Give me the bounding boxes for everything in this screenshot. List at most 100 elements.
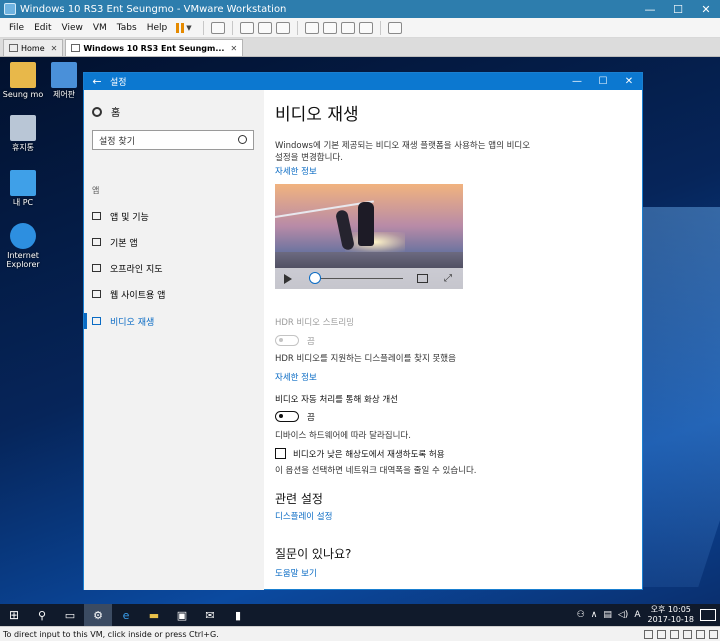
guest-desktop[interactable]: Seung mo 제어판 휴지통 내 PC Internet Explorer … xyxy=(0,57,720,626)
hdd-status-icon[interactable] xyxy=(644,629,653,639)
toolbar-separator xyxy=(379,20,381,35)
edge-taskbar-icon[interactable]: e xyxy=(112,604,140,626)
settings-close-button[interactable]: ✕ xyxy=(616,76,642,87)
display-settings-link[interactable]: 디스플레이 설정 xyxy=(275,510,332,522)
desktop-icon-recycle-bin[interactable]: 휴지통 xyxy=(0,115,46,153)
sidebar-item-video-playback[interactable]: 비디오 재생 xyxy=(84,311,264,331)
store-taskbar-icon[interactable]: ▣ xyxy=(168,604,196,626)
settings-titlebar: ← 설정 — ☐ ✕ xyxy=(84,73,642,90)
desktop-icon-this-pc[interactable]: 내 PC xyxy=(0,170,46,208)
enhance-note: 디바이스 하드웨어에 따라 달라집니다. xyxy=(275,431,411,441)
offline-maps-icon xyxy=(92,264,101,272)
tab-vm[interactable]: Windows 10 RS3 Ent Seungm... ✕ xyxy=(65,39,244,56)
revert-snapshot-icon[interactable] xyxy=(257,21,272,34)
ime-icon[interactable]: A xyxy=(634,610,640,620)
unity-icon[interactable] xyxy=(358,21,373,34)
menu-help[interactable]: Help xyxy=(142,23,173,33)
sidebar-item-apps-websites[interactable]: 웹 사이트용 앱 xyxy=(84,284,264,304)
home-icon xyxy=(9,44,18,52)
desktop-icon-control-panel[interactable]: 제어판 xyxy=(41,62,87,100)
seek-thumb[interactable] xyxy=(309,272,321,284)
tab-close-icon[interactable]: ✕ xyxy=(51,44,58,53)
action-center-icon[interactable] xyxy=(700,609,716,621)
nav-section-header: 앱 xyxy=(92,186,100,195)
sidebar-item-offline-maps[interactable]: 오프라인 지도 xyxy=(84,258,264,278)
cast-icon[interactable] xyxy=(417,274,428,283)
settings-window-title: 설정 xyxy=(110,78,127,88)
menu-tabs[interactable]: Tabs xyxy=(112,23,142,33)
cd-status-icon[interactable] xyxy=(657,629,666,639)
toolbar-separator xyxy=(202,20,204,35)
sidebar-item-apps-features[interactable]: 앱 및 기능 xyxy=(84,206,264,226)
settings-maximize-button[interactable]: ☐ xyxy=(590,76,616,87)
close-button[interactable]: ✕ xyxy=(692,0,720,18)
desktop-icon-internet-explorer[interactable]: Internet Explorer xyxy=(0,223,46,270)
vmware-menubar: File Edit View VM Tabs Help ▼ xyxy=(0,18,720,38)
file-explorer-taskbar-icon[interactable]: ▬ xyxy=(140,604,168,626)
task-view-icon[interactable]: ▭ xyxy=(56,604,84,626)
minimize-button[interactable]: — xyxy=(636,0,664,18)
settings-content: 비디오 재생 Windows에 기본 제공되는 비디오 재생 플랫폼을 사용하는… xyxy=(275,90,635,590)
menu-file[interactable]: File xyxy=(4,23,29,33)
sound-status-icon[interactable] xyxy=(696,629,705,639)
play-icon[interactable] xyxy=(284,273,292,284)
vmware-status-bar: To direct input to this VM, click inside… xyxy=(0,626,720,641)
hdr-more-info-link[interactable]: 자세한 정보 xyxy=(275,371,317,383)
ie-icon xyxy=(10,223,36,249)
window-title: Windows 10 RS3 Ent Seungmo - VMware Work… xyxy=(20,3,287,15)
mail-taskbar-icon[interactable]: ✉ xyxy=(196,604,224,626)
thumbnail-icon[interactable] xyxy=(322,21,337,34)
send-ctrl-alt-del-icon[interactable] xyxy=(210,21,225,34)
console-view-icon[interactable] xyxy=(387,21,402,34)
cmd-taskbar-icon[interactable]: ▮ xyxy=(224,604,252,626)
maximize-button[interactable]: ☐ xyxy=(664,0,692,18)
fullscreen-icon[interactable] xyxy=(340,21,355,34)
snapshot-manager-icon[interactable] xyxy=(275,21,290,34)
hdr-toggle xyxy=(275,335,299,346)
page-title: 비디오 재생 xyxy=(275,105,359,125)
enhance-toggle[interactable] xyxy=(275,411,299,422)
settings-taskbar-icon[interactable]: ⚙ xyxy=(84,604,112,626)
network-status-icon[interactable] xyxy=(670,629,679,639)
back-arrow-icon[interactable]: ← xyxy=(84,75,110,88)
vmware-titlebar: Windows 10 RS3 Ent Seungmo - VMware Work… xyxy=(0,0,720,18)
volume-icon[interactable]: ◁) xyxy=(618,610,628,620)
display-status-icon[interactable] xyxy=(709,629,718,639)
related-settings-title: 관련 설정 xyxy=(275,492,323,506)
menu-edit[interactable]: Edit xyxy=(29,23,56,33)
sidebar-item-label: 앱 및 기능 xyxy=(110,212,149,223)
library-icon[interactable] xyxy=(304,21,319,34)
desktop-icon-label: 휴지통 xyxy=(11,143,35,152)
snapshot-icon[interactable] xyxy=(239,21,254,34)
video-playback-icon xyxy=(92,317,101,325)
tab-home[interactable]: Home ✕ xyxy=(3,39,64,56)
tab-close-icon[interactable]: ✕ xyxy=(230,44,237,53)
menu-view[interactable]: View xyxy=(57,23,88,33)
menu-vm[interactable]: VM xyxy=(88,23,112,33)
show-hidden-icons-icon[interactable]: ∧ xyxy=(591,610,598,620)
start-button[interactable]: ⊞ xyxy=(0,604,28,626)
usb-status-icon[interactable] xyxy=(683,629,692,639)
vm-icon xyxy=(71,44,81,52)
more-info-link[interactable]: 자세한 정보 xyxy=(275,165,317,177)
seek-track[interactable] xyxy=(315,278,403,279)
settings-nav-pane: 홈 설정 찾기 앱 앱 및 기능 기본 앱 오프라인 지도 웹 사이트용 앱 비… xyxy=(84,90,264,590)
hdr-toggle-state: 끔 xyxy=(307,337,315,347)
clock[interactable]: 오후 10:05 2017-10-18 xyxy=(648,605,695,624)
network-icon[interactable]: ▤ xyxy=(603,610,612,620)
search-input[interactable]: 설정 찾기 xyxy=(92,130,254,150)
settings-minimize-button[interactable]: — xyxy=(564,76,590,87)
low-res-checkbox[interactable] xyxy=(275,448,286,459)
desktop-icon-user-folder[interactable]: Seung mo xyxy=(0,62,46,100)
fullscreen-icon[interactable]: ⤢ xyxy=(444,273,452,284)
video-snowboard xyxy=(334,209,356,251)
get-help-link[interactable]: 도움말 보기 xyxy=(275,567,317,579)
sidebar-item-default-apps[interactable]: 기본 앱 xyxy=(84,232,264,252)
nav-home[interactable]: 홈 xyxy=(92,104,120,119)
search-taskbar-icon[interactable]: ⚲ xyxy=(28,604,56,626)
pause-icon[interactable]: ▼ xyxy=(176,22,192,33)
tab-home-label: Home xyxy=(21,43,45,53)
settings-window: ← 설정 — ☐ ✕ 홈 설정 찾기 앱 앱 및 기능 기본 앱 오프라인 지도… xyxy=(83,72,643,590)
people-icon[interactable]: ⚇ xyxy=(577,610,585,620)
desktop-icon-label: Internet Explorer xyxy=(6,251,40,269)
